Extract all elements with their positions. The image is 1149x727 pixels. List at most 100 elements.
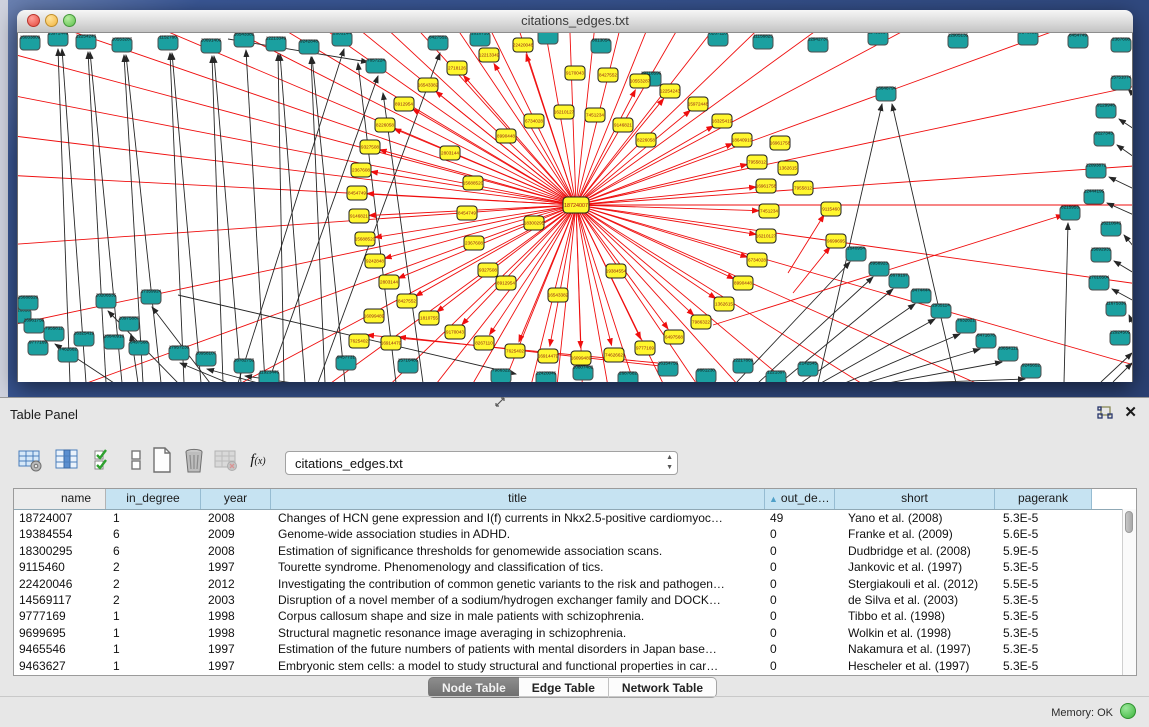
- show-column-icon[interactable]: [52, 444, 82, 476]
- cell-title[interactable]: Genome-wide association studies in ADHD.: [271, 526, 765, 542]
- cell-year[interactable]: 1997: [201, 641, 271, 657]
- cell-short[interactable]: Yano et al. (2008): [835, 510, 995, 526]
- network-view[interactable]: 1603380915972448122542431055328711527602…: [18, 33, 1133, 382]
- table-row[interactable]: 1938455462009Genome-wide association stu…: [14, 526, 1136, 542]
- graph-node[interactable]: [1018, 33, 1038, 45]
- cell-short[interactable]: Hescheler et al. (1997): [835, 658, 995, 674]
- memory-status-icon[interactable]: [1120, 703, 1136, 719]
- cell-year[interactable]: 1997: [201, 559, 271, 575]
- cell-title[interactable]: Estimation of significance thresholds fo…: [271, 543, 765, 559]
- cell-pagerank[interactable]: 5.3E-5: [995, 625, 1092, 641]
- cell-out_de[interactable]: 0: [765, 559, 835, 575]
- tab-network-table[interactable]: Network Table: [608, 677, 717, 698]
- cell-year[interactable]: 2008: [201, 543, 271, 559]
- column-header-short[interactable]: short: [835, 489, 995, 509]
- table-row[interactable]: 2242004622012Investigating the contribut…: [14, 576, 1136, 592]
- network-file-select[interactable]: citations_edges.txt ▲▼: [285, 451, 678, 475]
- table-row[interactable]: 1872400712008Changes of HCN gene express…: [14, 510, 1136, 526]
- graph-node[interactable]: [868, 33, 888, 45]
- cell-year[interactable]: 1997: [201, 658, 271, 674]
- scrollbar-thumb[interactable]: [1125, 511, 1133, 533]
- cell-name[interactable]: 22420046: [14, 576, 106, 592]
- cell-in_degree[interactable]: 6: [106, 543, 201, 559]
- cell-name[interactable]: 18300295: [14, 543, 106, 559]
- cell-pagerank[interactable]: 5.9E-5: [995, 543, 1092, 559]
- cell-pagerank[interactable]: 5.3E-5: [995, 658, 1092, 674]
- table-row[interactable]: 977716911998Corpus callosum shape and si…: [14, 608, 1136, 624]
- table-row[interactable]: 946362711997Embryonic stem cells: a mode…: [14, 658, 1136, 674]
- select-all-icon[interactable]: [89, 444, 119, 476]
- cell-out_de[interactable]: 0: [765, 608, 835, 624]
- float-panel-icon[interactable]: [1097, 406, 1113, 420]
- table-row[interactable]: 1456911722003Disruption of a novel membe…: [14, 592, 1136, 608]
- cell-title[interactable]: Embryonic stem cells: a model to study s…: [271, 658, 765, 674]
- cell-year[interactable]: 2012: [201, 576, 271, 592]
- cell-in_degree[interactable]: 1: [106, 658, 201, 674]
- cell-title[interactable]: Investigating the contribution of common…: [271, 576, 765, 592]
- cell-pagerank[interactable]: 5.6E-5: [995, 526, 1092, 542]
- cell-pagerank[interactable]: 5.3E-5: [995, 608, 1092, 624]
- cell-out_de[interactable]: 0: [765, 625, 835, 641]
- cell-pagerank[interactable]: 5.3E-5: [995, 641, 1092, 657]
- cell-title[interactable]: Tourette syndrome. Phenomenology and cla…: [271, 559, 765, 575]
- cell-pagerank[interactable]: 5.3E-5: [995, 510, 1092, 526]
- cell-in_degree[interactable]: 2: [106, 592, 201, 608]
- cell-year[interactable]: 1998: [201, 625, 271, 641]
- cell-in_degree[interactable]: 2: [106, 559, 201, 575]
- cell-name[interactable]: 18724007: [14, 510, 106, 526]
- cell-name[interactable]: 9115460: [14, 559, 106, 575]
- table-settings-icon[interactable]: [15, 444, 45, 476]
- tab-edge-table[interactable]: Edge Table: [519, 677, 608, 698]
- cell-short[interactable]: Franke et al. (2009): [835, 526, 995, 542]
- vertical-scrollbar[interactable]: [1122, 509, 1136, 675]
- table-row[interactable]: 911546021997Tourette syndrome. Phenomeno…: [14, 559, 1136, 575]
- cell-name[interactable]: 9463627: [14, 658, 106, 674]
- new-file-icon[interactable]: [147, 444, 177, 476]
- cell-title[interactable]: Changes of HCN gene expression and I(f) …: [271, 510, 765, 526]
- column-header-year[interactable]: year: [201, 489, 271, 509]
- column-header-in_degree[interactable]: in_degree: [106, 489, 201, 509]
- cell-out_de[interactable]: 0: [765, 641, 835, 657]
- network-canvas[interactable]: 1603380915972448122542431055328711527602…: [17, 33, 1133, 382]
- tab-node-table[interactable]: Node Table: [428, 677, 519, 698]
- table-row[interactable]: 1830029562008Estimation of significance …: [14, 543, 1136, 559]
- graph-node[interactable]: [538, 33, 558, 44]
- cell-short[interactable]: Wolkin et al. (1998): [835, 625, 995, 641]
- cell-name[interactable]: 9777169: [14, 608, 106, 624]
- cell-year[interactable]: 2003: [201, 592, 271, 608]
- cell-out_de[interactable]: 0: [765, 592, 835, 608]
- cell-pagerank[interactable]: 5.3E-5: [995, 559, 1092, 575]
- cell-in_degree[interactable]: 6: [106, 526, 201, 542]
- cell-name[interactable]: 14569117: [14, 592, 106, 608]
- cell-year[interactable]: 2008: [201, 510, 271, 526]
- cell-year[interactable]: 1998: [201, 608, 271, 624]
- column-header-name[interactable]: name: [14, 489, 106, 509]
- cell-title[interactable]: Estimation of the future numbers of pati…: [271, 641, 765, 657]
- cell-short[interactable]: de Silva et al. (2003): [835, 592, 995, 608]
- cell-title[interactable]: Structural magnetic resonance image aver…: [271, 625, 765, 641]
- cell-out_de[interactable]: 0: [765, 526, 835, 542]
- cell-title[interactable]: Disruption of a novel member of a sodium…: [271, 592, 765, 608]
- cell-in_degree[interactable]: 1: [106, 510, 201, 526]
- cell-pagerank[interactable]: 5.5E-5: [995, 576, 1092, 592]
- cell-name[interactable]: 9699695: [14, 625, 106, 641]
- import-table-icon[interactable]: [211, 444, 241, 476]
- cell-pagerank[interactable]: 5.3E-5: [995, 592, 1092, 608]
- cell-short[interactable]: Dudbridge et al. (2008): [835, 543, 995, 559]
- function-builder-icon[interactable]: f(x): [243, 444, 273, 476]
- column-header-pagerank[interactable]: pagerank: [995, 489, 1092, 509]
- cell-out_de[interactable]: 0: [765, 576, 835, 592]
- cell-short[interactable]: Jankovic et al. (1997): [835, 559, 995, 575]
- table-row[interactable]: 946554611997Estimation of the future num…: [14, 641, 1136, 657]
- column-header-title[interactable]: title: [271, 489, 765, 509]
- cell-short[interactable]: Stergiakouli et al. (2012): [835, 576, 995, 592]
- cell-in_degree[interactable]: 1: [106, 608, 201, 624]
- delete-trash-icon[interactable]: [179, 444, 209, 476]
- cell-short[interactable]: Nakamura et al. (1997): [835, 641, 995, 657]
- cell-out_de[interactable]: 0: [765, 658, 835, 674]
- cell-name[interactable]: 19384554: [14, 526, 106, 542]
- cell-out_de[interactable]: 49: [765, 510, 835, 526]
- table-row[interactable]: 969969511998Structural magnetic resonanc…: [14, 625, 1136, 641]
- column-header-out_de[interactable]: ▲out_de…: [765, 489, 835, 509]
- window-titlebar[interactable]: citations_edges.txt: [17, 10, 1133, 33]
